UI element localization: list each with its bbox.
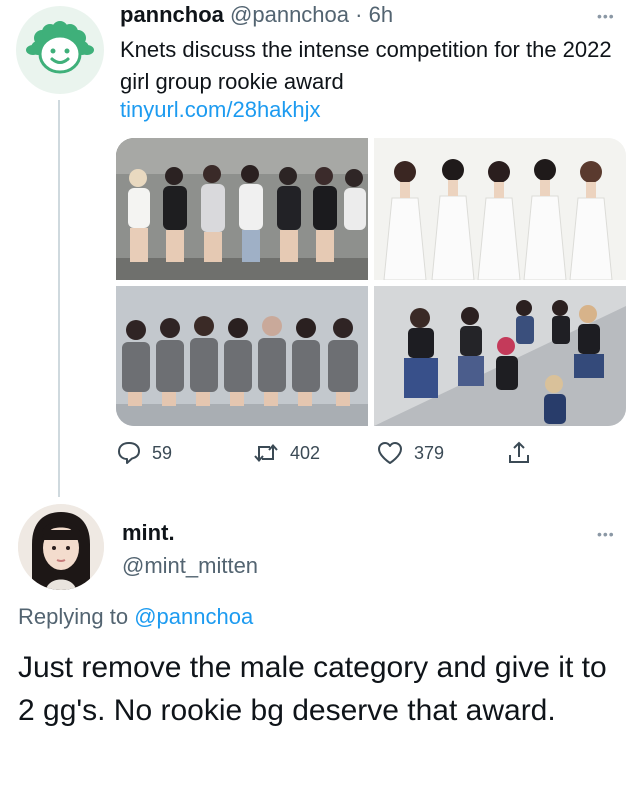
- replying-to-line: Replying to @pannchoa: [18, 604, 253, 630]
- author-name[interactable]: pannchoa: [120, 2, 224, 27]
- reply-text: Just remove the male category and give i…: [18, 651, 607, 727]
- mint-avatar[interactable]: [18, 504, 104, 590]
- tweet-media-grid: [116, 138, 626, 426]
- sheep-logo-icon: [26, 21, 94, 74]
- group-photo-3-image: [116, 286, 368, 426]
- tweet-link[interactable]: tinyurl.com/28hakhjx: [120, 97, 321, 123]
- reply-author-name[interactable]: mint.: [122, 520, 175, 546]
- share-action[interactable]: [506, 440, 532, 466]
- speech-bubble-icon: [118, 442, 140, 464]
- media-photo-2[interactable]: [374, 138, 626, 280]
- heart-icon: [378, 442, 402, 464]
- share-upload-icon: [509, 441, 529, 463]
- media-photo-1[interactable]: [116, 138, 368, 280]
- tweet-time[interactable]: 6h: [369, 2, 393, 27]
- reply-more-options-icon[interactable]: •••: [597, 526, 615, 542]
- media-photo-4[interactable]: [374, 286, 626, 426]
- user-portrait-image: [18, 504, 104, 590]
- more-options-icon[interactable]: •••: [597, 8, 615, 24]
- pannchoa-avatar[interactable]: [16, 6, 104, 94]
- group-photo-1-image: [116, 138, 368, 280]
- reply-action[interactable]: 59: [116, 440, 172, 466]
- tweet-action-bar: 59 402 379: [116, 440, 536, 470]
- group-photo-4-image: [374, 286, 626, 426]
- retweet-count: 402: [290, 442, 321, 463]
- group-photo-2-image: [374, 138, 626, 280]
- replying-to-handle[interactable]: @pannchoa: [134, 604, 253, 629]
- tweet-text: Knets discuss the intense competition fo…: [120, 37, 612, 94]
- retweet-action[interactable]: 402: [252, 440, 320, 466]
- media-photo-3[interactable]: [116, 286, 368, 426]
- tweet-header: pannchoa @pannchoa · 6h: [120, 2, 393, 28]
- like-count: 379: [414, 442, 445, 463]
- reply-count: 59: [152, 442, 173, 463]
- like-action[interactable]: 379: [376, 440, 444, 466]
- retweet-arrows-icon: [254, 443, 278, 463]
- author-handle[interactable]: @pannchoa: [230, 2, 349, 27]
- reply-author-handle[interactable]: @mint_mitten: [122, 553, 258, 579]
- thread-connector-line: [58, 100, 60, 497]
- header-separator: ·: [355, 2, 363, 27]
- replying-to-prefix: Replying to: [18, 604, 129, 629]
